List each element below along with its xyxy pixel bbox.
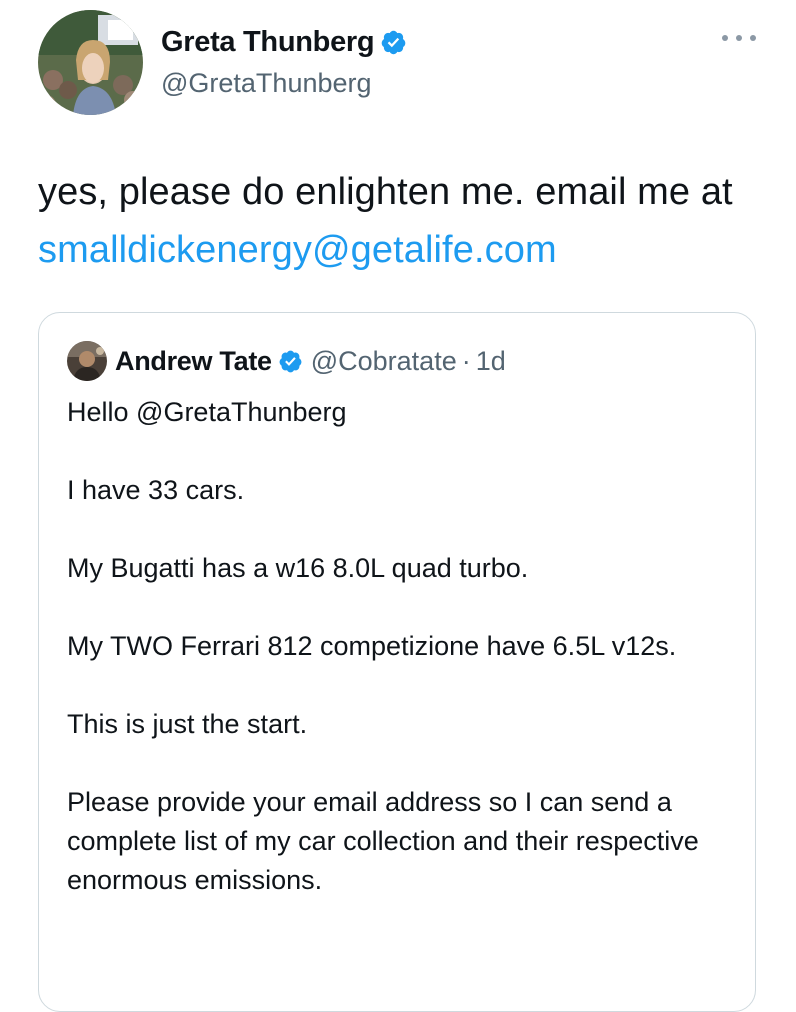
- author-handle[interactable]: @GretaThunberg: [161, 68, 372, 99]
- author-name[interactable]: Greta Thunberg: [161, 26, 407, 59]
- email-link[interactable]: smalldickenergy@getalife.com: [38, 229, 557, 271]
- quoted-header: Andrew Tate @Cobratate · 1d: [115, 343, 506, 379]
- quoted-text: Hello @GretaThunberg I have 33 cars. My …: [67, 393, 737, 939]
- quoted-paragraph: This is just the start.: [67, 709, 308, 739]
- author-avatar[interactable]: [38, 10, 143, 115]
- more-dot: [736, 35, 742, 41]
- tweet-text: yes, please do enlighten me. email me at…: [38, 163, 778, 279]
- verified-badge-icon: [382, 30, 406, 55]
- quoted-author-handle[interactable]: @Cobratate: [311, 346, 457, 377]
- author-name-text[interactable]: Greta Thunberg: [161, 26, 375, 59]
- quoted-author-name[interactable]: Andrew Tate: [115, 346, 272, 377]
- quoted-tweet[interactable]: Andrew Tate @Cobratate · 1d Hello @Greta…: [38, 312, 756, 1012]
- verified-badge-icon: [279, 350, 302, 372]
- quoted-paragraph: Please provide your email address so I c…: [67, 787, 699, 895]
- quoted-paragraph: My Bugatti has a w16 8.0L quad turbo.: [67, 553, 529, 583]
- more-dot: [722, 35, 728, 41]
- more-options-icon[interactable]: [722, 28, 756, 48]
- tweet: Greta Thunberg @GretaThunberg yes, pleas…: [0, 0, 796, 1012]
- quoted-paragraph: Hello @GretaThunberg: [67, 397, 347, 427]
- quoted-timestamp[interactable]: 1d: [476, 346, 506, 377]
- quoted-paragraph: I have 33 cars.: [67, 475, 245, 505]
- quoted-paragraph: My TWO Ferrari 812 competizione have 6.5…: [67, 631, 677, 661]
- tweet-text-body: yes, please do enlighten me. email me at: [38, 171, 733, 213]
- separator-dot: ·: [461, 345, 471, 376]
- more-dot: [750, 35, 756, 41]
- quoted-author-avatar[interactable]: [67, 341, 107, 381]
